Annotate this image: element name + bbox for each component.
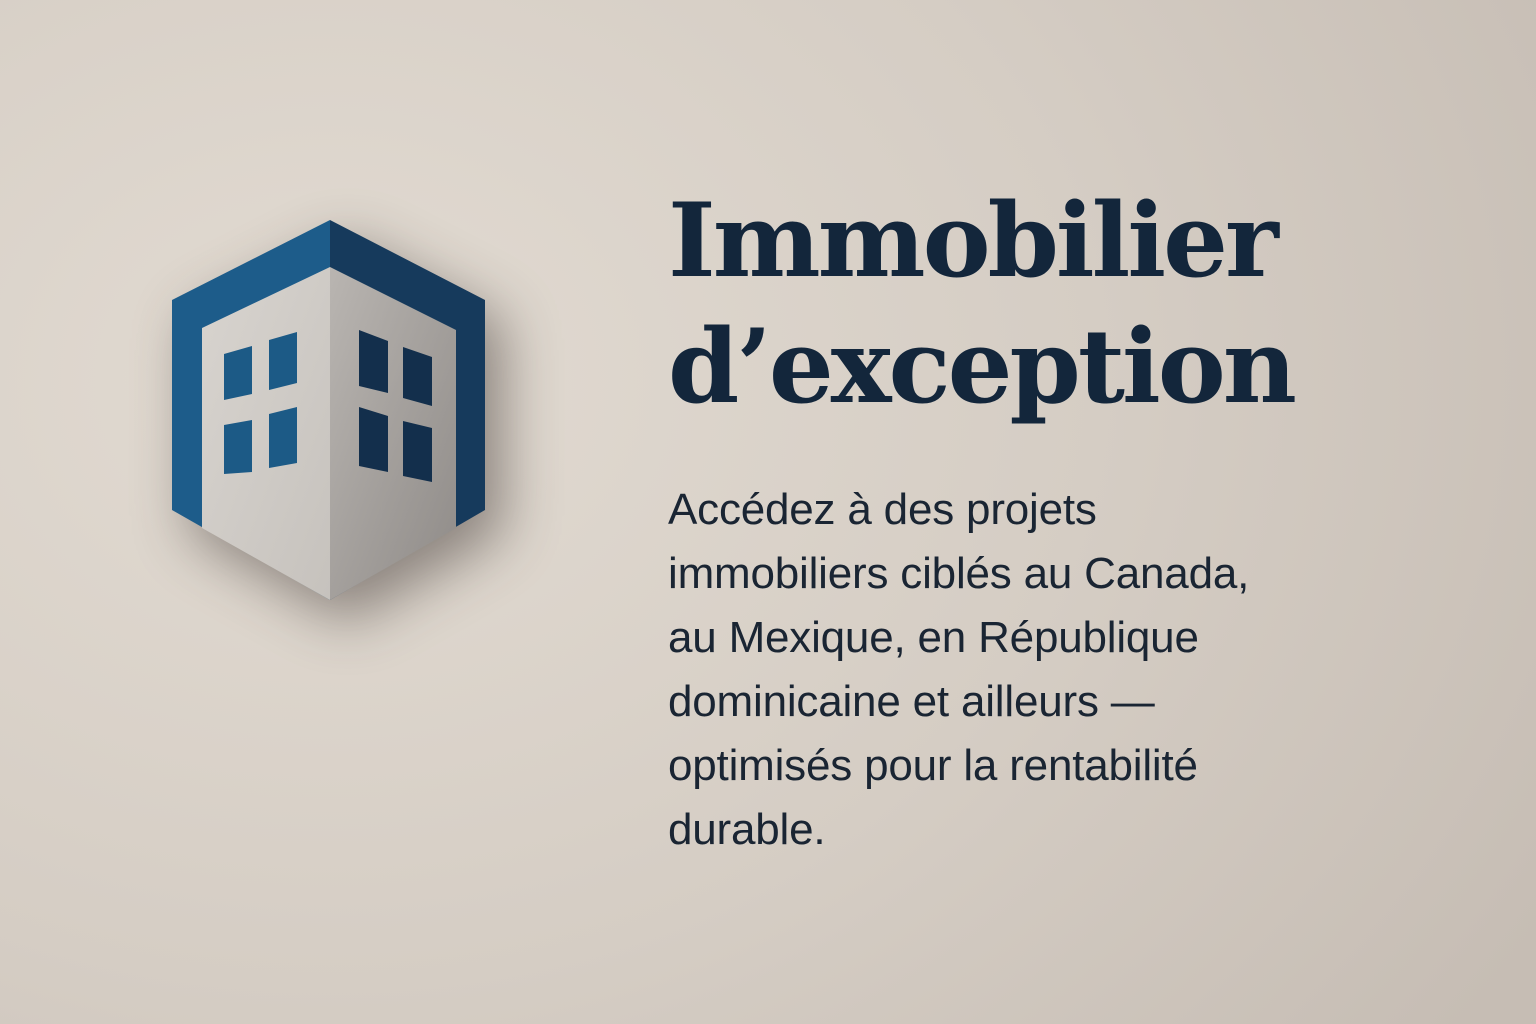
headline-line-2: d’exception — [668, 307, 1297, 427]
description-line-4: dominicaine et ailleurs — — [668, 677, 1155, 726]
description-line-5: optimisés pour la rentabilité — [668, 741, 1198, 790]
description-line-1: Accédez à des projets — [668, 485, 1097, 534]
headline-line-1: Immobilier — [668, 181, 1279, 301]
headline: Immobilier d’exception — [668, 178, 1508, 430]
description-line-2: immobiliers ciblés au Canada, — [668, 549, 1250, 598]
window-left-3 — [224, 420, 252, 474]
window-left-4 — [269, 407, 297, 468]
building-hexagon-icon — [160, 210, 505, 610]
description-line-6: durable. — [668, 805, 826, 854]
window-left-2 — [269, 332, 297, 390]
window-left-1 — [224, 346, 252, 400]
description: Accédez à des projets immobiliers ciblés… — [668, 478, 1448, 862]
window-right-1 — [359, 330, 388, 393]
window-right-3 — [359, 407, 388, 472]
window-right-4 — [403, 421, 432, 482]
description-line-3: au Mexique, en République — [668, 613, 1199, 662]
window-right-2 — [403, 347, 432, 406]
